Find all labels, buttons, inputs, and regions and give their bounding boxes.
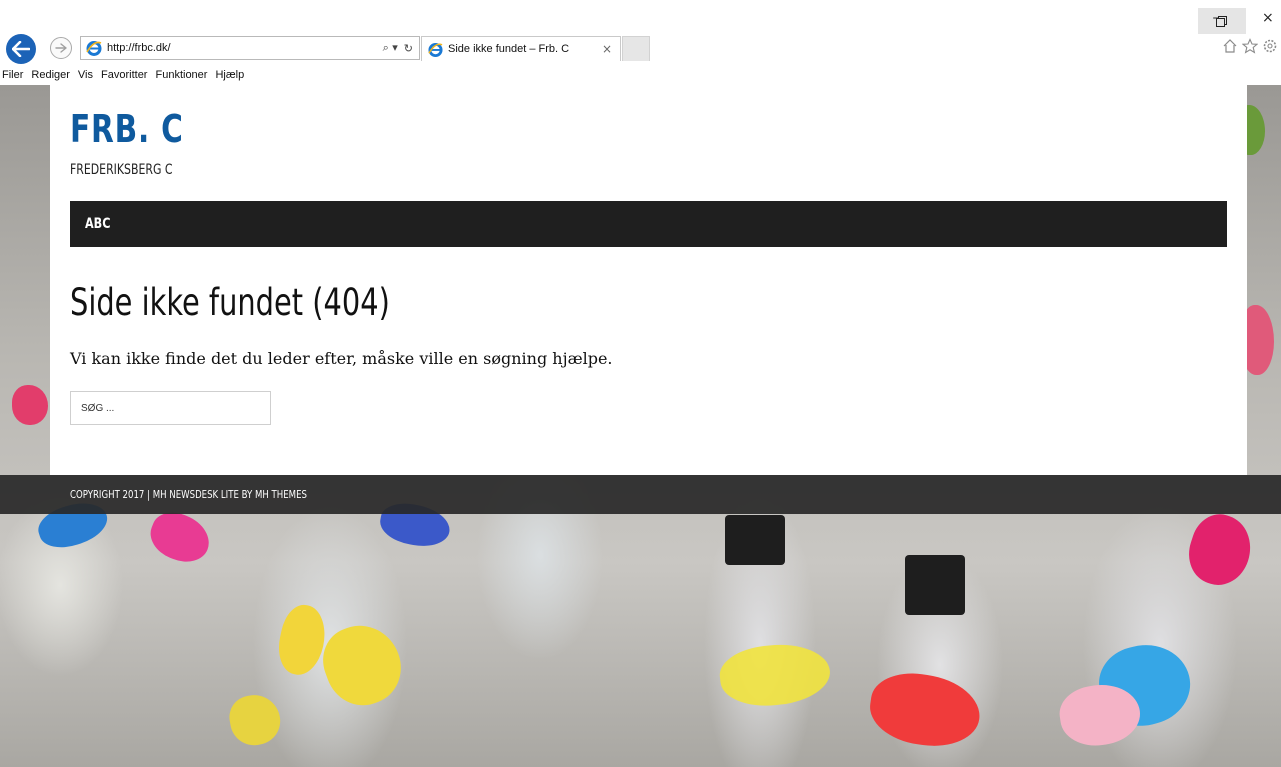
ie-logo-icon <box>428 42 443 57</box>
home-icon[interactable] <box>1222 38 1238 54</box>
browser-tools <box>1222 38 1281 54</box>
site-title[interactable]: FRB. C <box>70 107 184 151</box>
menu-item-favoritter[interactable]: Favoritter <box>101 69 147 81</box>
search-dropdown-icon[interactable]: ⌕ ▾ <box>383 41 398 55</box>
close-window-button[interactable]: × <box>1262 10 1274 26</box>
tab-close-icon[interactable]: × <box>602 42 612 56</box>
back-button[interactable] <box>6 34 36 64</box>
site-description: FREDERIKSBERG C <box>70 162 173 178</box>
page-viewport: FRB. C FREDERIKSBERG C ABC Side ikke fun… <box>0 85 1281 767</box>
gear-icon[interactable] <box>1262 38 1278 54</box>
page-title: Side ikke fundet (404) <box>70 281 390 324</box>
new-tab-button[interactable] <box>622 36 650 61</box>
forward-button[interactable] <box>50 37 72 59</box>
search-input[interactable] <box>70 391 271 425</box>
tab-active[interactable]: Side ikke fundet – Frb. C × <box>421 36 621 61</box>
menu-item-hjaelp[interactable]: Hjælp <box>215 69 244 81</box>
refresh-icon[interactable]: ↻ <box>404 42 413 55</box>
ie-logo-icon <box>86 41 102 56</box>
menu-item-rediger[interactable]: Rediger <box>31 69 70 81</box>
content-panel: FRB. C FREDERIKSBERG C ABC Side ikke fun… <box>50 85 1247 475</box>
minimize-button[interactable]: – <box>1209 10 1223 26</box>
nav-item-abc[interactable]: ABC <box>85 216 110 232</box>
menu-item-filer[interactable]: Filer <box>2 69 23 81</box>
browser-chrome: http://frbc.dk/ ⌕ ▾ ↻ Side ikke fundet –… <box>0 0 1281 85</box>
main-navigation: ABC <box>70 201 1227 247</box>
address-bar[interactable]: http://frbc.dk/ ⌕ ▾ ↻ <box>80 36 420 60</box>
arrow-left-icon <box>12 41 30 57</box>
url-text[interactable]: http://frbc.dk/ <box>107 42 171 54</box>
star-icon[interactable] <box>1242 38 1258 54</box>
site-footer: COPYRIGHT 2017 | MH NEWSDESK LITE BY MH … <box>0 475 1281 514</box>
menu-bar: Filer Rediger Vis Favoritter Funktioner … <box>0 64 1281 85</box>
menu-item-funktioner[interactable]: Funktioner <box>155 69 207 81</box>
menu-item-vis[interactable]: Vis <box>78 69 93 81</box>
arrow-right-icon <box>55 43 67 53</box>
not-found-message: Vi kan ikke finde det du leder efter, må… <box>70 349 613 368</box>
tab-title: Side ikke fundet – Frb. C <box>448 43 570 55</box>
footer-copyright: COPYRIGHT 2017 | MH NEWSDESK LITE BY MH … <box>70 488 307 501</box>
